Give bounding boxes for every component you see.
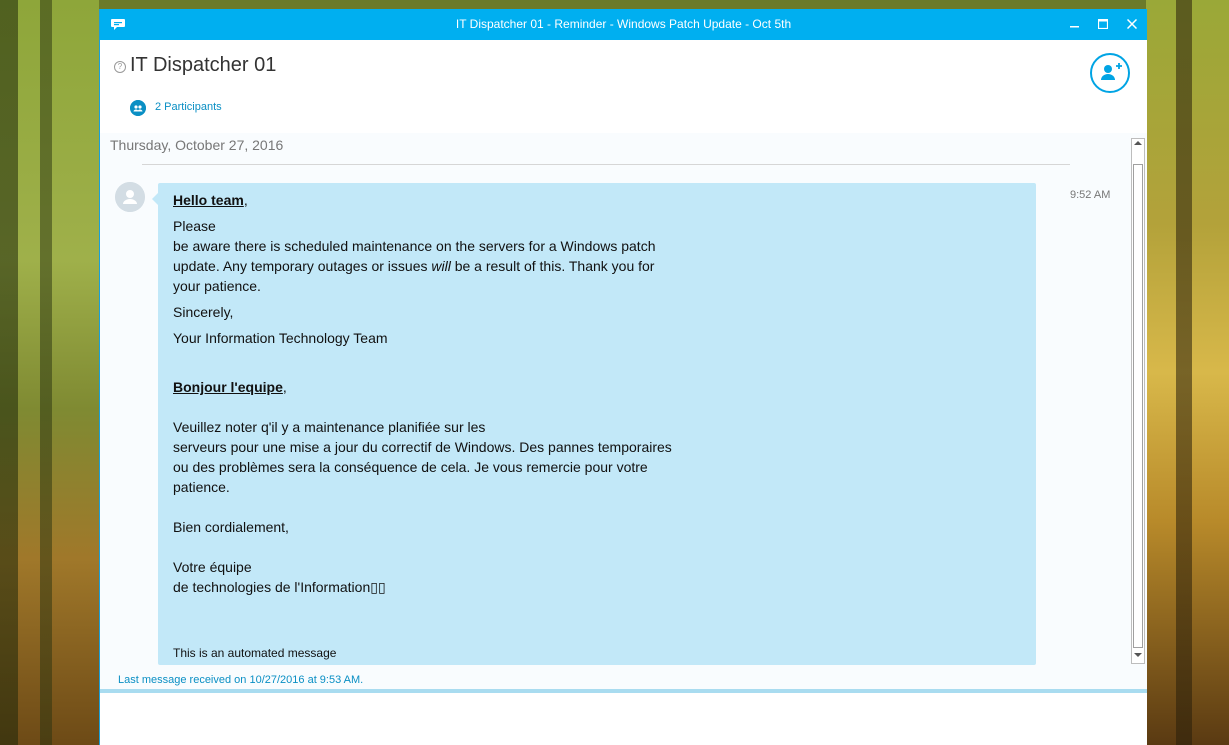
participants-icon[interactable] — [130, 100, 146, 116]
scroll-up-arrow[interactable] — [1132, 139, 1144, 151]
conversation-history: Thursday, October 27, 2016 Hello team, P… — [100, 133, 1147, 689]
message-line: patience. — [173, 479, 230, 495]
add-participant-button[interactable] — [1090, 53, 1130, 93]
add-person-icon — [1101, 63, 1122, 80]
message-line: be aware there is scheduled maintenance … — [173, 238, 656, 254]
greeting-en: Hello team — [173, 192, 244, 208]
scroll-down-arrow[interactable] — [1132, 651, 1144, 663]
message-timestamp: 9:52 AM — [1070, 189, 1111, 201]
message-text-italic: will — [431, 258, 451, 274]
participants-link[interactable]: 2 Participants — [155, 101, 222, 113]
automated-note: This is an automated message — [173, 646, 337, 660]
message-line: ou des problèmes sera la conséquence de … — [173, 459, 648, 475]
message-bubble: Hello team, Please be aware there is sch… — [158, 183, 1036, 665]
minimize-button[interactable] — [1064, 14, 1086, 34]
message-text: update. Any temporary outages or issues — [173, 258, 432, 274]
chevron-down-icon — [1134, 653, 1142, 657]
unrendered-glyphs: ▯▯ — [370, 579, 386, 595]
message-line: Hello team, — [173, 190, 248, 210]
history-scrollbar[interactable] — [1131, 138, 1145, 664]
message-line: your patience. — [173, 278, 261, 294]
message-compose-area[interactable] — [100, 693, 1147, 745]
message-line: Bien cordialement, — [173, 519, 289, 535]
sender-avatar[interactable] — [115, 182, 145, 212]
scroll-thumb[interactable] — [1133, 164, 1143, 648]
last-message-status: Last message received on 10/27/2016 at 9… — [118, 674, 364, 686]
message-line: Sincerely, — [173, 304, 234, 320]
chat-window: IT Dispatcher 01 - Reminder - Windows Pa… — [99, 9, 1147, 745]
title-bar[interactable]: IT Dispatcher 01 - Reminder - Windows Pa… — [100, 9, 1147, 40]
minimize-icon — [1070, 26, 1079, 28]
greeting-fr-punct: , — [282, 379, 287, 395]
presence-unknown-icon: ? — [114, 61, 126, 73]
message-line: serveurs pour une mise a jour du correct… — [173, 439, 672, 455]
message-line: Please — [173, 218, 216, 234]
desktop-background-left — [0, 0, 99, 745]
message-text: de technologies de l'Information — [173, 579, 371, 595]
chevron-up-icon — [1134, 141, 1142, 145]
maximize-icon — [1097, 18, 1109, 30]
desktop-background-right — [1146, 0, 1229, 745]
date-divider — [142, 164, 1070, 165]
message-text: be a result of this. Thank you for — [450, 258, 655, 274]
greeting-en-punct: , — [243, 192, 248, 208]
window-title: IT Dispatcher 01 - Reminder - Windows Pa… — [455, 17, 792, 31]
conversation-header: ? IT Dispatcher 01 2 Participants — [100, 40, 1147, 134]
maximize-button[interactable] — [1092, 14, 1114, 34]
date-separator: Thursday, October 27, 2016 — [110, 137, 284, 153]
conversation-title: IT Dispatcher 01 — [130, 54, 277, 76]
close-button[interactable] — [1121, 14, 1143, 34]
message-line: Your Information Technology Team — [173, 330, 388, 346]
message-line: Bonjour l'equipe, — [173, 377, 287, 397]
message-line: de technologies de l'Information▯▯ — [173, 577, 386, 597]
message-line: Veuillez noter q'il y a maintenance plan… — [173, 419, 486, 435]
greeting-fr: Bonjour l'equipe — [173, 379, 283, 395]
message-line: Votre équipe — [173, 559, 252, 575]
close-icon — [1126, 18, 1138, 30]
message-line: update. Any temporary outages or issues … — [173, 256, 654, 276]
